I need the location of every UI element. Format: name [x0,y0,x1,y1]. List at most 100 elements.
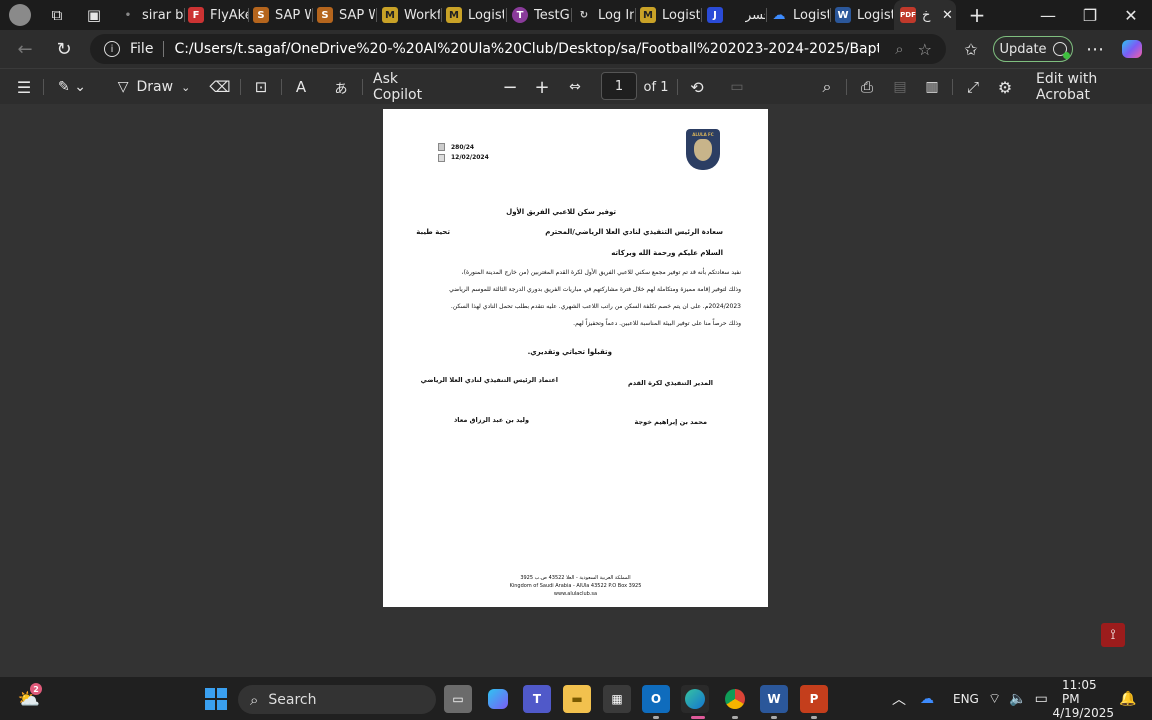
fit-page-button[interactable]: ⇔ [562,69,588,105]
update-button[interactable]: Update [993,36,1073,62]
rotate-button[interactable]: ⟲ [685,69,709,105]
app-icon: M [640,7,656,23]
windows-taskbar: ⛅ 2 ⌕ Search ▭ T ▬ ▦ O W P ︿ ☁ ENG ⌔ 🔈 ▭… [0,676,1152,720]
favorites-button[interactable]: ✩ [956,34,986,64]
profile-icon [9,4,31,26]
tab-2[interactable]: S SAP W [253,0,311,30]
contents-button[interactable]: ☰ [12,69,36,105]
pdf-viewer[interactable]: 280/24 12/02/2024 ALULA FC توفير سكن للا… [0,104,1152,676]
signatory-right-name: محمد بن إبراهيم خوجة [634,418,707,426]
tab-8[interactable]: M Logisti [640,0,700,30]
search-pdf-button[interactable]: ⌕ [815,69,839,105]
word-button[interactable]: W [760,685,788,713]
edge-button[interactable] [681,685,709,713]
pdf-page[interactable]: 280/24 12/02/2024 ALULA FC توفير سكن للا… [383,109,768,607]
copilot-button[interactable] [1117,34,1147,64]
powerpoint-icon: P [809,692,819,706]
page-total-label: of 1 [643,79,669,95]
erase-button[interactable]: ⌫ [208,69,232,105]
store-button[interactable]: ▦ [603,685,631,713]
settings-button[interactable]: ⚙ [993,69,1017,105]
folder-icon: ▬ [571,692,583,706]
language-indicator[interactable]: ENG [953,677,979,720]
toolbar-divider [362,79,363,95]
zoom-icon[interactable]: ⌕ [895,40,903,58]
tab-divider [248,8,249,22]
tab-7[interactable]: ↻ Log In [576,0,634,30]
notifications-button[interactable]: 🔔 [1119,677,1136,720]
restore-button[interactable]: ❐ [1069,0,1111,30]
tab-11[interactable]: W Logisti [835,0,893,30]
translate-button[interactable]: あ [328,69,354,105]
favorite-star-icon[interactable]: ☆ [918,40,932,59]
fullscreen-button[interactable]: ⤢ [961,69,985,105]
task-view-button[interactable]: ▭ [444,685,472,713]
taskbar-search[interactable]: ⌕ Search [238,685,436,714]
copilot-app-button[interactable] [484,685,512,713]
ask-copilot-button[interactable]: Ask Copilot [373,69,445,105]
tab-9[interactable]: J جسر [707,0,765,30]
acrobat-icon[interactable]: ⟟ [1101,623,1125,647]
refresh-button[interactable]: ↻ [49,34,79,64]
onedrive-tray-button[interactable]: ☁ [920,677,934,720]
teams-icon: T [532,692,542,706]
store-icon: ▦ [611,692,623,706]
tab-4[interactable]: M Workfl [382,0,440,30]
read-aloud-button[interactable]: A [289,69,313,105]
printer-icon: ⎙ [860,78,873,96]
network-volume-battery[interactable]: ⌔ 🔈 ▭ [988,677,1048,720]
tab-1[interactable]: F FlyAke [188,0,248,30]
vertical-tabs-button[interactable]: ▣ [82,0,106,30]
draw-button[interactable]: ▽ Draw ⌄ [112,69,196,105]
save-as-button[interactable]: ▥ [920,69,944,105]
chrome-button[interactable] [721,685,749,713]
tab-6[interactable]: T TestGo [512,0,570,30]
highlight-button[interactable]: ✎ ⌄ [52,69,92,105]
address-bar[interactable]: i File C:/Users/t.sagaf/OneDrive%20-%20A… [90,34,946,64]
tab-12-active[interactable]: PDF خ ✕ [894,0,956,30]
tab-3[interactable]: S SAP W [317,0,375,30]
tab-divider [766,8,767,22]
copilot-icon [488,689,508,709]
new-tab-button[interactable]: + [964,0,990,30]
letter-addressee: سعادة الرئيس التنفيذي لنادي العلا الرياض… [545,228,723,236]
show-hidden-icons-button[interactable]: ︿ [892,677,906,720]
body-line: وذلك لتوفير إقامة مميزة ومتكاملة لهم خلا… [449,286,741,293]
back-button[interactable]: ← [10,34,40,64]
zoom-out-button[interactable]: − [498,69,522,105]
close-window-button[interactable]: ✕ [1110,0,1152,30]
workspaces-button[interactable]: ⧉ [44,0,70,30]
start-button[interactable] [202,685,230,713]
more-menu-button[interactable]: ⋯ [1080,34,1110,64]
page-view-button[interactable]: ▭ [725,69,749,105]
info-icon[interactable]: i [104,41,120,57]
url-text[interactable]: C:/Users/t.sagaf/OneDrive%20-%20Al%20Ula… [174,41,879,57]
clock[interactable]: 11:05 PM 4/19/2025 [1052,677,1114,720]
footer-arabic: المملكة العربية السعودية - العلا 43522 ص… [520,575,631,581]
profile-avatar[interactable] [6,0,34,30]
powerpoint-button[interactable]: P [800,685,828,713]
toolbar-divider [952,79,953,95]
minimize-icon: — [1040,5,1056,25]
teams-button[interactable]: T [523,685,551,713]
signatory-right-title: المدير التنفيذي لكرة القدم [627,379,713,387]
letter-subject: توفير سكن للاعبي الفريق الأول [506,208,616,216]
file-explorer-button[interactable]: ▬ [563,685,591,713]
add-text-button[interactable]: ⊡ [249,69,273,105]
zoom-in-button[interactable]: + [530,69,554,105]
save-button[interactable]: ▤ [888,69,912,105]
print-button[interactable]: ⎙ [855,69,879,105]
edit-with-acrobat-button[interactable]: Edit with Acrobat [1036,69,1140,105]
widgets-button[interactable]: ⛅ 2 [15,683,43,713]
page-number-input[interactable]: 1 [601,72,637,100]
tab-divider [184,8,185,22]
close-tab-icon[interactable]: ✕ [942,8,953,23]
jisr-icon: J [707,7,723,23]
tab-0[interactable]: • sirar by [120,0,184,30]
tab-10[interactable]: ☁ Logisti [771,0,830,30]
outlook-button[interactable]: O [642,685,670,713]
flyakeed-icon: F [188,7,204,23]
minimize-button[interactable]: — [1027,0,1069,30]
tab-5[interactable]: M Logisti [446,0,504,30]
body-line: 2024/2023م. على ان يتم خصم تكلفة السكن م… [450,303,741,310]
